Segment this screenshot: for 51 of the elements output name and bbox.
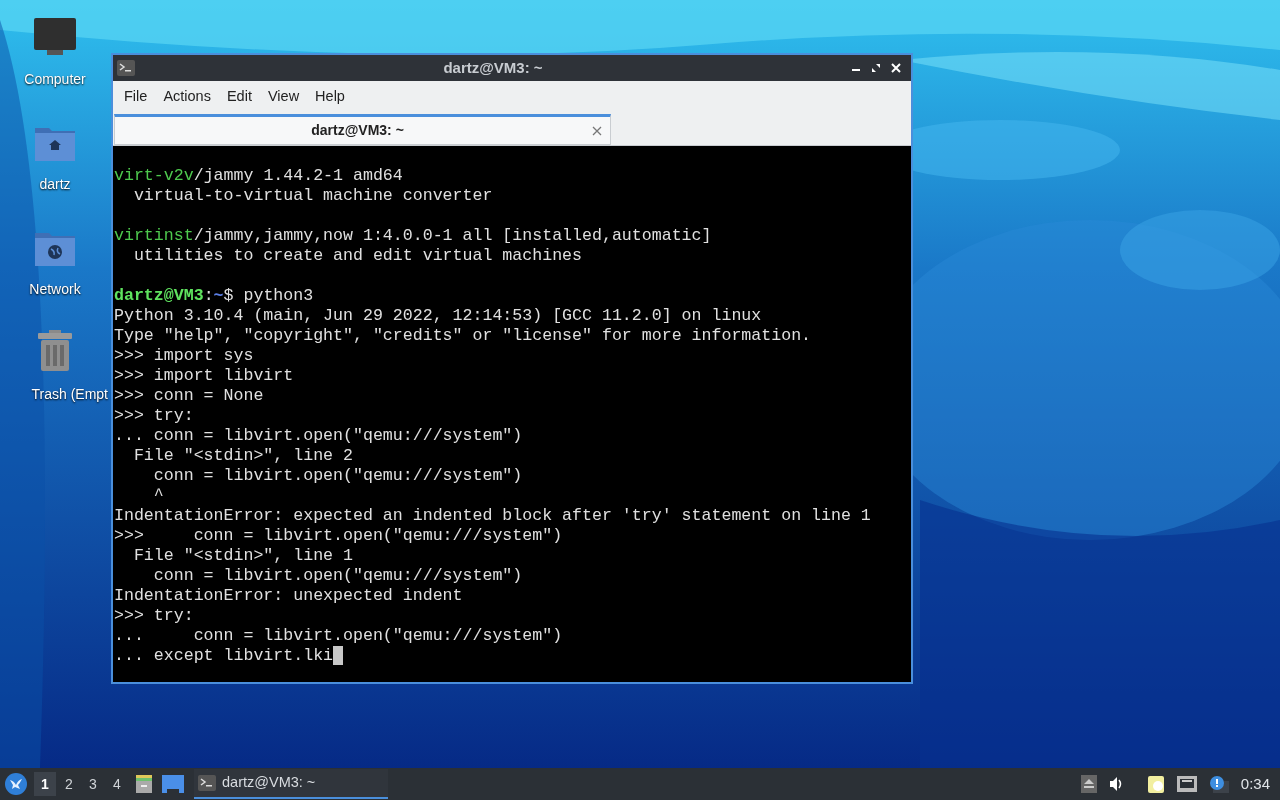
workspace-button[interactable]: 1 xyxy=(34,772,56,796)
terminal-line: File "<stdin>", line 2 xyxy=(132,446,353,466)
desktop-icon-label[interactable]: dartz xyxy=(39,174,71,195)
menu-item[interactable]: File xyxy=(117,86,155,108)
clock[interactable]: 0:34 xyxy=(1240,772,1270,796)
file-cabinet-icon[interactable] xyxy=(134,774,154,794)
maximize-icon[interactable] xyxy=(871,63,881,73)
workspace-button[interactable]: 2 xyxy=(58,772,80,796)
desktop-icon[interactable] xyxy=(162,775,184,793)
desktop-icon-label[interactable]: Trash (Empt xyxy=(31,384,110,405)
terminal-line: dartz@VM3:~$ python3 xyxy=(114,286,314,306)
terminal-line: ... except libvirt.lki xyxy=(114,646,334,666)
terminal-line: utilities to create and edit virtual machines xyxy=(132,246,583,266)
terminal-line: File "<stdin>", line 1 xyxy=(132,546,353,566)
terminal-line: >>> conn = None xyxy=(114,386,264,406)
notification-icon[interactable] xyxy=(1208,775,1229,793)
terminal-line: virtual-to-virtual machine converter xyxy=(132,186,493,206)
terminal-line: >>> import libvirt xyxy=(114,366,294,386)
terminal-line: Type "help", "copyright", "credits" or "license" for more information. xyxy=(114,326,812,346)
desktop-icon-label[interactable]: Network xyxy=(29,279,81,300)
workspace-button[interactable]: 4 xyxy=(106,772,128,796)
terminal-line: >>> import sys xyxy=(114,346,254,366)
terminal-icon xyxy=(117,60,135,76)
text-cursor xyxy=(333,646,344,665)
terminal-line: virtinst/jammy,jammy,now 1:4.0.0-1 all [installed,automatic] xyxy=(114,226,712,246)
network-icon[interactable] xyxy=(1176,776,1197,792)
eject-icon[interactable] xyxy=(1080,775,1097,793)
terminal-line: ... conn = libvirt.open("qemu:///system") xyxy=(114,426,523,446)
workspace-button[interactable]: 3 xyxy=(82,772,104,796)
terminal-line: >>> try: xyxy=(114,606,194,626)
menu-item[interactable]: Actions xyxy=(156,86,218,108)
bird-menu-icon[interactable] xyxy=(4,772,28,796)
terminal-line: IndentationError: expected an indented block after 'try' statement on line 1 xyxy=(114,506,871,526)
terminal-line: >>> conn = libvirt.open("qemu:///system") xyxy=(114,526,563,546)
terminal-line: conn = libvirt.open("qemu:///system") xyxy=(152,566,523,586)
window-title: dartz@VM3: ~ xyxy=(442,57,544,78)
terminal-icon xyxy=(198,775,216,791)
monitor-icon xyxy=(33,17,77,57)
trash-icon xyxy=(37,330,73,372)
taskbar-task[interactable]: dartz@VM3: ~ xyxy=(194,769,388,799)
terminal-line: IndentationError: unexpected indent xyxy=(114,586,463,606)
terminal-line: Python 3.10.4 (main, Jun 29 2022, 12:14:53) [GCC 11.2.0] on linux xyxy=(114,306,762,326)
menu-item[interactable]: View xyxy=(260,86,307,108)
terminal-line: virt-v2v/jammy 1.44.2-1 amd64 xyxy=(114,166,403,186)
terminal-line: ^ xyxy=(152,486,164,506)
menu-item[interactable]: Help xyxy=(308,86,352,108)
terminal-line: conn = libvirt.open("qemu:///system") xyxy=(152,466,523,486)
terminal-tab[interactable]: dartz@VM3: ~ xyxy=(114,114,611,145)
terminal-line: >>> try: xyxy=(114,406,194,426)
terminal-line: ... conn = libvirt.open("qemu:///system") xyxy=(114,626,563,646)
menu-item[interactable]: Edit xyxy=(219,86,259,108)
